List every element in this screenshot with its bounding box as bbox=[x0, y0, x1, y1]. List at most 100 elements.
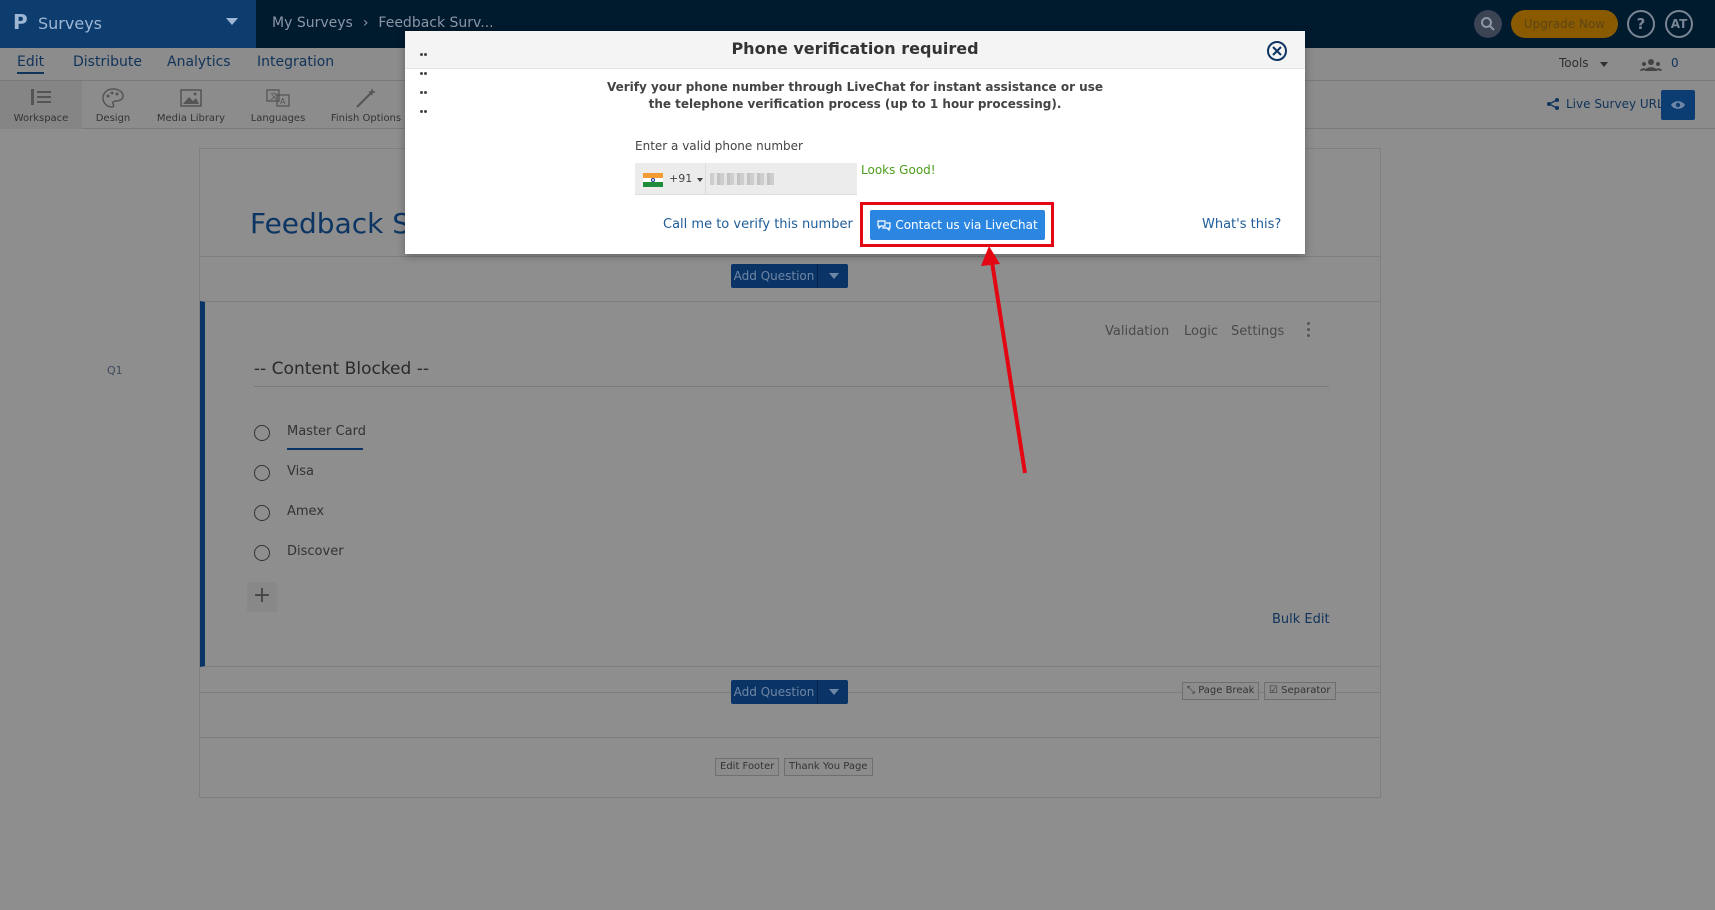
add-question-button[interactable]: Add Question bbox=[731, 680, 848, 704]
plus-icon: + bbox=[252, 583, 272, 608]
option-label[interactable]: Amex bbox=[287, 504, 324, 519]
settings-link[interactable]: Settings bbox=[1231, 324, 1284, 339]
toolbar-languages[interactable]: 文A Languages bbox=[244, 81, 312, 129]
toolbar-languages-label: Languages bbox=[250, 113, 306, 124]
avatar[interactable]: AT bbox=[1665, 10, 1693, 38]
eye-icon bbox=[1671, 101, 1685, 109]
toolbar-finish-options-label: Finish Options bbox=[330, 113, 402, 124]
checkbox-icon: ☑ bbox=[1269, 685, 1282, 696]
divider bbox=[254, 386, 1329, 387]
app-name: Surveys bbox=[38, 14, 102, 33]
validation-link[interactable]: Validation bbox=[1105, 324, 1169, 339]
preview-button[interactable] bbox=[1661, 90, 1695, 120]
tab-distribute[interactable]: Distribute bbox=[73, 54, 142, 70]
collaborator-count: 0 bbox=[1671, 56, 1679, 70]
thank-you-page-button[interactable]: Thank You Page bbox=[784, 758, 873, 776]
option-radio[interactable] bbox=[254, 465, 270, 481]
contact-livechat-button[interactable]: Contact us via LiveChat bbox=[870, 210, 1045, 240]
validation-message: Looks Good! bbox=[861, 163, 936, 177]
contact-livechat-label: Contact us via LiveChat bbox=[895, 218, 1038, 232]
chevron-right-icon: › bbox=[362, 15, 369, 31]
toolbar-finish-options[interactable]: Finish Options bbox=[326, 81, 406, 129]
separator-label: Separator bbox=[1281, 685, 1331, 696]
chevron-down-icon[interactable] bbox=[697, 178, 703, 182]
whats-this-link[interactable]: What's this? bbox=[1202, 217, 1281, 232]
phone-field[interactable]: +91 bbox=[635, 163, 857, 195]
svg-text:文: 文 bbox=[270, 91, 278, 101]
survey-title[interactable]: Feedback S bbox=[250, 207, 410, 240]
bulk-edit-link[interactable]: Bulk Edit bbox=[1272, 612, 1330, 627]
country-code[interactable]: +91 bbox=[669, 172, 692, 185]
page-break-icon: ⤡ bbox=[1187, 685, 1199, 696]
phone-verification-modal: Phone verification required Verify your … bbox=[405, 31, 1305, 254]
image-icon bbox=[180, 89, 202, 107]
breadcrumb-my-surveys[interactable]: My Surveys bbox=[272, 15, 353, 31]
option-radio[interactable] bbox=[254, 545, 270, 561]
workspace-icon bbox=[31, 89, 51, 105]
add-question-button[interactable]: Add Question bbox=[731, 264, 848, 288]
tab-analytics[interactable]: Analytics bbox=[167, 54, 231, 70]
chevron-down-icon[interactable] bbox=[829, 273, 839, 279]
page-break-label: Page Break bbox=[1198, 685, 1255, 696]
live-survey-url-link[interactable]: Live Survey URL bbox=[1566, 97, 1664, 111]
option-radio[interactable] bbox=[254, 505, 270, 521]
option-label[interactable]: Visa bbox=[287, 464, 314, 479]
help-icon[interactable]: ? bbox=[1627, 10, 1655, 38]
toolbar-workspace[interactable]: Workspace bbox=[0, 81, 82, 129]
palette-icon bbox=[102, 88, 124, 108]
questionpro-logo: P bbox=[13, 10, 28, 34]
divider bbox=[200, 737, 1380, 738]
modal-description-line: Verify your phone number through LiveCha… bbox=[606, 80, 1103, 94]
modal-title: Phone verification required bbox=[731, 39, 979, 58]
modal-description-line: the telephone verification process (up t… bbox=[648, 97, 1062, 111]
modal-description: Verify your phone number through LiveCha… bbox=[605, 79, 1105, 113]
close-icon bbox=[1272, 46, 1282, 56]
more-options-icon[interactable] bbox=[1307, 322, 1311, 340]
india-flag-icon[interactable] bbox=[643, 173, 663, 187]
chevron-down-icon bbox=[226, 18, 238, 25]
share-icon bbox=[1547, 98, 1559, 110]
phone-number-redacted[interactable] bbox=[710, 173, 774, 185]
option-focus-underline bbox=[287, 448, 363, 450]
users-icon[interactable] bbox=[1640, 58, 1662, 72]
chevron-down-icon[interactable] bbox=[829, 689, 839, 695]
edit-footer-button[interactable]: Edit Footer bbox=[715, 758, 780, 776]
search-icon bbox=[1481, 17, 1495, 31]
page-break-button[interactable]: ⤡ Page Break bbox=[1182, 682, 1260, 700]
toolbar-workspace-label: Workspace bbox=[13, 113, 69, 124]
toolbar-design[interactable]: Design bbox=[82, 81, 144, 129]
toolbar-media-library-label: Media Library bbox=[156, 113, 226, 124]
add-question-label[interactable]: Add Question bbox=[731, 264, 818, 288]
phone-field-label: Enter a valid phone number bbox=[635, 139, 803, 153]
modal-header: Phone verification required bbox=[405, 31, 1305, 113]
option-label[interactable]: Discover bbox=[287, 544, 344, 559]
app-switcher[interactable]: P Surveys bbox=[0, 0, 256, 48]
translate-icon: 文A bbox=[266, 89, 290, 107]
option-radio[interactable] bbox=[254, 425, 270, 441]
add-option-button[interactable]: + bbox=[247, 582, 277, 612]
breadcrumb-current-survey[interactable]: Feedback Surv... bbox=[378, 15, 493, 31]
divider bbox=[200, 256, 1380, 257]
search-button[interactable] bbox=[1474, 10, 1502, 38]
question-number: Q1 bbox=[107, 364, 123, 377]
logic-link[interactable]: Logic bbox=[1184, 324, 1218, 339]
upgrade-now-button[interactable]: Upgrade Now bbox=[1511, 10, 1618, 38]
magic-wand-icon bbox=[356, 88, 376, 108]
chat-icon bbox=[877, 220, 891, 232]
separator-button[interactable]: ☑ Separator bbox=[1264, 682, 1336, 700]
breadcrumb: My Surveys › Feedback Surv... bbox=[272, 15, 494, 31]
tab-edit[interactable]: Edit bbox=[17, 54, 45, 74]
add-question-label[interactable]: Add Question bbox=[731, 680, 818, 704]
question-text[interactable]: -- Content Blocked -- bbox=[254, 359, 429, 379]
toolbar-design-label: Design bbox=[95, 113, 131, 124]
call-me-link[interactable]: Call me to verify this number bbox=[663, 217, 853, 232]
chevron-down-icon bbox=[1600, 62, 1608, 67]
svg-text:A: A bbox=[280, 97, 286, 106]
close-button[interactable] bbox=[1267, 41, 1287, 61]
tools-menu[interactable]: Tools bbox=[1559, 56, 1589, 70]
question-card[interactable] bbox=[200, 301, 1380, 667]
option-label[interactable]: Master Card bbox=[287, 424, 366, 439]
toolbar-media-library[interactable]: Media Library bbox=[152, 81, 230, 129]
tab-integration[interactable]: Integration bbox=[257, 54, 334, 70]
divider bbox=[705, 163, 706, 195]
